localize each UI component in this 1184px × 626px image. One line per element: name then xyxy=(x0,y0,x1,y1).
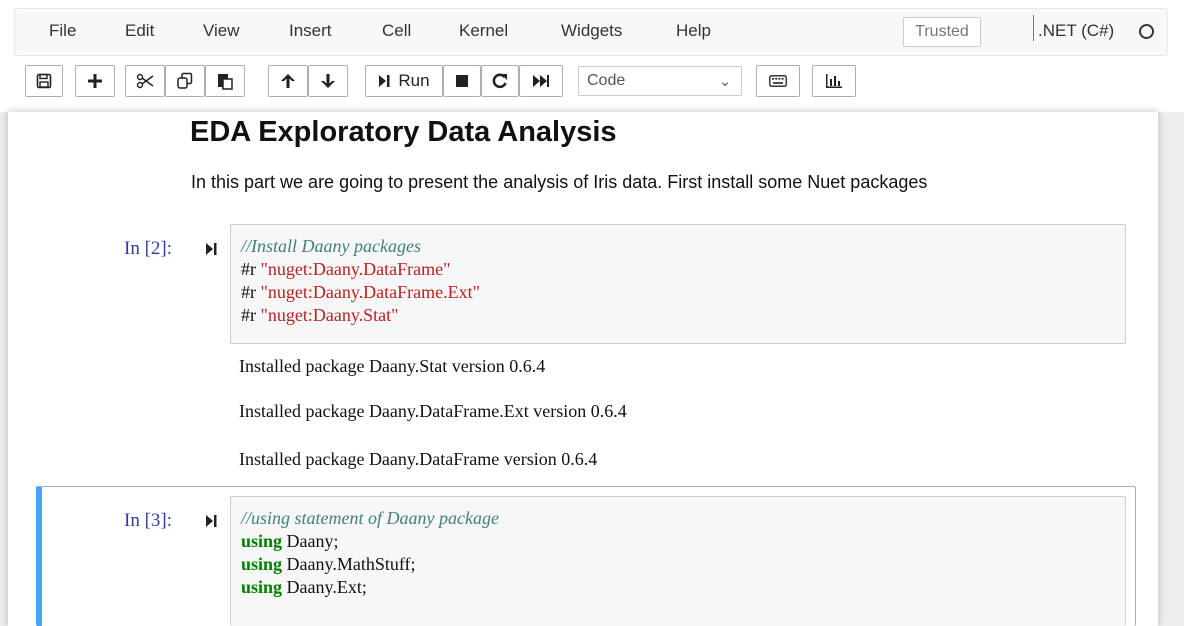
menu-insert[interactable]: Insert xyxy=(289,21,332,41)
interrupt-button[interactable] xyxy=(443,65,481,97)
paste-icon xyxy=(218,74,233,90)
insert-cell-button[interactable] xyxy=(75,65,115,97)
code-line: using Daany; xyxy=(241,530,1125,553)
kernel-separator xyxy=(1033,15,1034,41)
cut-icon xyxy=(136,73,154,89)
code-directive: #r xyxy=(241,282,261,302)
menu-view[interactable]: View xyxy=(203,21,240,41)
save-icon xyxy=(36,73,52,89)
code-line: #r "nuget:Daany.DataFrame" xyxy=(241,258,1125,281)
copy-button[interactable] xyxy=(165,65,205,97)
menu-file[interactable]: File xyxy=(49,21,76,41)
menu-help[interactable]: Help xyxy=(676,21,711,41)
restart-run-all-button[interactable] xyxy=(519,65,563,97)
cell-prompt: In [3]: xyxy=(124,510,173,531)
code-line: //Install Daany packages xyxy=(241,235,1125,258)
code-keyword: using xyxy=(241,554,283,574)
cell-output-line: Installed package Daany.DataFrame versio… xyxy=(239,449,598,469)
code-line: #r "nuget:Daany.DataFrame.Ext" xyxy=(241,281,1125,304)
copy-icon xyxy=(177,72,193,89)
code-string: "nuget:Daany.DataFrame.Ext" xyxy=(260,282,480,302)
arrow-down-icon xyxy=(321,74,335,88)
code-string: "nuget:Daany.Stat" xyxy=(260,305,399,325)
code-text: Daany.MathStuff; xyxy=(282,554,416,574)
menu-kernel[interactable]: Kernel xyxy=(459,21,508,41)
code-directive: #r xyxy=(241,259,261,279)
move-up-button[interactable] xyxy=(268,65,308,97)
run-cell-icon[interactable] xyxy=(205,514,219,528)
keyboard-icon xyxy=(769,75,787,87)
chart-button[interactable] xyxy=(812,65,856,97)
code-text: Daany.Ext; xyxy=(282,577,367,597)
save-button[interactable] xyxy=(25,65,63,97)
code-editor[interactable]: //Install Daany packages #r "nuget:Daany… xyxy=(230,224,1126,344)
notebook-header: File Edit View Insert Cell Kernel Widget… xyxy=(0,0,1184,112)
chart-icon xyxy=(826,74,842,88)
cell-type-select[interactable]: Code ⌄ xyxy=(578,66,742,96)
run-cell-icon[interactable] xyxy=(205,242,219,256)
restart-button[interactable] xyxy=(481,65,519,97)
menu-cell[interactable]: Cell xyxy=(382,21,411,41)
cell-type-value: Code xyxy=(587,72,626,89)
code-comment: //using statement of Daany package xyxy=(241,508,499,528)
code-comment: //Install Daany packages xyxy=(241,236,421,256)
run-label: Run xyxy=(398,71,430,90)
command-palette-button[interactable] xyxy=(756,65,800,97)
markdown-heading: EDA Exploratory Data Analysis xyxy=(190,116,617,148)
code-line: using Daany.MathStuff; xyxy=(241,553,1125,576)
code-editor[interactable]: //using statement of Daany package using… xyxy=(230,496,1126,626)
cell-prompt: In [2]: xyxy=(124,238,173,259)
menu-widgets[interactable]: Widgets xyxy=(561,21,622,41)
code-keyword: using xyxy=(241,577,283,597)
paste-button[interactable] xyxy=(205,65,245,97)
code-string: "nuget:Daany.DataFrame" xyxy=(260,259,451,279)
fast-forward-icon xyxy=(533,75,549,87)
plus-icon xyxy=(88,74,102,88)
code-text: Daany; xyxy=(282,531,339,551)
cut-button[interactable] xyxy=(125,65,165,97)
markdown-intro-text: In this part we are going to present the… xyxy=(191,172,928,192)
menubar: File Edit View Insert Cell Kernel Widget… xyxy=(14,8,1168,56)
code-line: #r "nuget:Daany.Stat" xyxy=(241,304,1125,327)
move-down-button[interactable] xyxy=(308,65,348,97)
cell-output-line: Installed package Daany.Stat version 0.6… xyxy=(239,356,546,376)
chevron-down-icon: ⌄ xyxy=(719,73,731,89)
menu-edit[interactable]: Edit xyxy=(125,21,154,41)
run-icon xyxy=(379,75,390,87)
kernel-name[interactable]: .NET (C#) xyxy=(1038,21,1114,41)
code-directive: #r xyxy=(241,305,261,325)
kernel-idle-icon xyxy=(1139,24,1154,39)
code-keyword: using xyxy=(241,531,283,551)
run-button[interactable]: Run xyxy=(365,65,443,97)
arrow-up-icon xyxy=(281,74,295,88)
code-line: using Daany.Ext; xyxy=(241,576,1125,599)
trusted-indicator[interactable]: Trusted xyxy=(903,17,981,47)
code-line: //using statement of Daany package xyxy=(241,507,1125,530)
stop-icon xyxy=(456,75,468,87)
cell-output-line: Installed package Daany.DataFrame.Ext ve… xyxy=(239,401,627,421)
restart-icon xyxy=(492,73,507,89)
